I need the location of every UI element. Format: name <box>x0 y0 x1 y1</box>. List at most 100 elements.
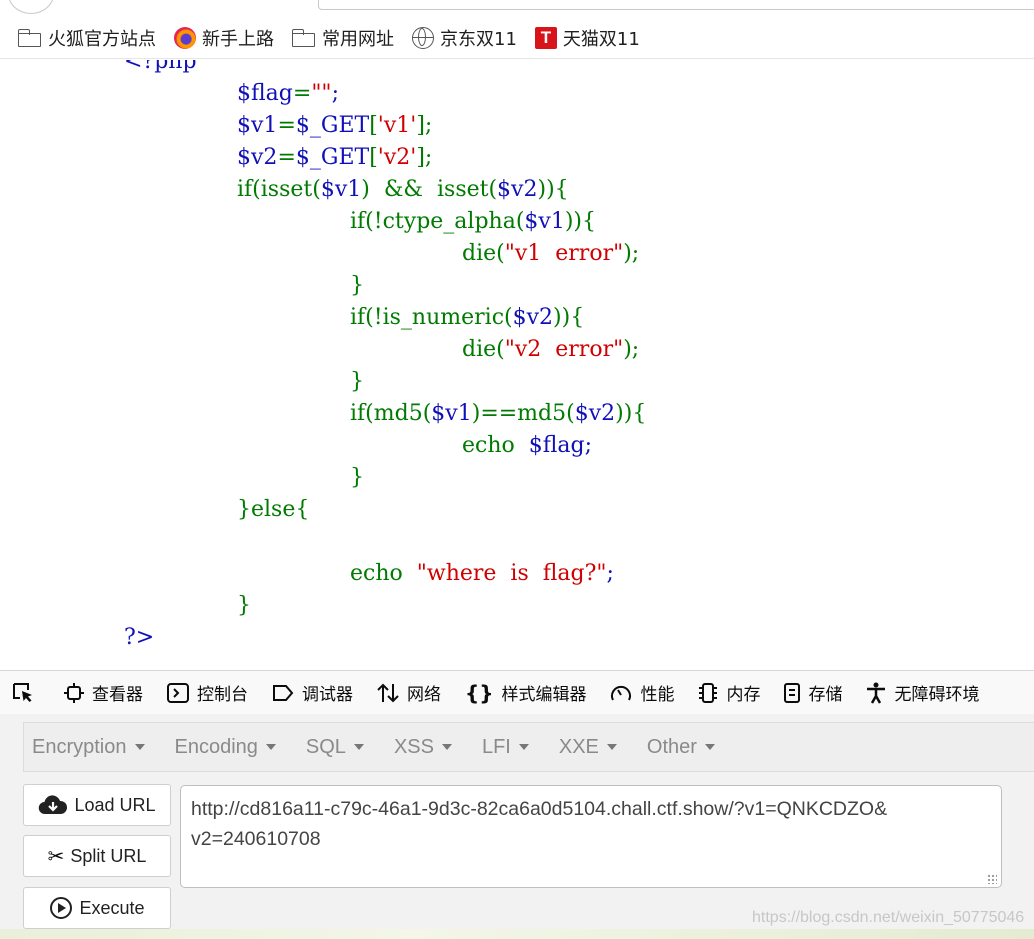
tab-accessibility[interactable]: 无障碍环境 <box>854 671 991 714</box>
inspector-icon <box>64 682 84 703</box>
code-token: $v2 <box>512 305 554 330</box>
tab-label: 无障碍环境 <box>894 685 980 705</box>
menu-other[interactable]: Other <box>647 736 715 759</box>
code-token: die( <box>462 241 505 266</box>
scissors-icon: ✂ <box>47 844 65 868</box>
watermark: https://blog.csdn.net/weixin_50775046 <box>752 909 1025 926</box>
braces-icon: {} <box>465 680 494 705</box>
code-line: } <box>350 273 364 298</box>
code-token: if(!ctype_alpha( <box>350 209 525 234</box>
tab-console[interactable]: 控制台 <box>155 671 260 714</box>
code-token: $flag <box>528 433 585 458</box>
menu-xss[interactable]: XSS <box>394 736 452 759</box>
code-token: "" <box>311 81 332 106</box>
bookmark-common-sites[interactable]: 常用网址 <box>292 22 394 54</box>
button-label: Execute <box>79 897 145 918</box>
menu-label: XXE <box>558 735 599 758</box>
caret-down-icon <box>704 744 715 751</box>
bookmark-getting-started[interactable]: 新手上路 <box>174 22 274 54</box>
code-token: ; <box>584 433 593 458</box>
tab-memory[interactable]: 内存 <box>686 671 772 714</box>
devtools-toolbar: 查看器 控制台 调试器 网络 {} 样式编辑器 性能 内存 存储 无障碍环境 <box>0 670 1034 715</box>
bookmark-tmall[interactable]: T 天猫双11 <box>534 22 640 54</box>
tab-label: 存储 <box>808 685 843 705</box>
code-line: $v1=$_GET['v1']; <box>237 110 432 142</box>
tab-label: 调试器 <box>302 685 353 705</box>
split-url-button[interactable]: ✂ Split URL <box>23 835 171 877</box>
folder-icon <box>292 29 316 47</box>
php-source-view: <?php $flag =""; $v1=$_GET['v1']; $v2=$_G… <box>0 60 1034 670</box>
tab-debugger[interactable]: 调试器 <box>260 671 365 714</box>
menu-lfi[interactable]: LFI <box>482 736 529 759</box>
code-token: $v2 <box>574 401 616 426</box>
caret-down-icon <box>606 744 617 751</box>
code-token: echo <box>462 433 529 458</box>
tmall-icon: T <box>534 27 557 49</box>
code-token: ; <box>331 81 339 106</box>
load-url-button[interactable]: Load URL <box>23 784 171 826</box>
code-token: echo <box>350 561 417 586</box>
code-line: die("v2 error"); <box>462 334 639 366</box>
code-token: )){ <box>553 305 585 330</box>
bookmark-firefox-official[interactable]: 火狐官方站点 <box>18 22 156 54</box>
code-line: } <box>350 465 364 490</box>
code-token: = <box>292 81 312 106</box>
storage-icon <box>784 682 801 703</box>
code-token: )==md5( <box>471 401 575 426</box>
bookmarks-toolbar: 火狐官方站点 新手上路 常用网址 京东双11 T 天猫双11 <box>0 18 1034 59</box>
code-token: $v1 <box>524 209 565 234</box>
menu-label: Encoding <box>174 735 258 758</box>
code-line: if(isset($v1) && isset($v2)){ <box>237 174 569 206</box>
code-token: ; <box>606 561 614 586</box>
url-textarea[interactable]: http://cd816a11-c79c-46a1-9d3c-82ca6a0d5… <box>180 785 1002 888</box>
menu-encoding[interactable]: Encoding <box>175 736 276 759</box>
accessibility-icon <box>867 682 886 704</box>
tab-performance[interactable]: 性能 <box>598 671 686 714</box>
code-token: )){ <box>537 177 569 202</box>
network-arrows-icon <box>377 683 399 702</box>
menu-label: SQL <box>305 735 346 758</box>
resize-grip-icon[interactable] <box>987 874 997 884</box>
code-line: if(!is_numeric($v2)){ <box>350 302 584 334</box>
php-open-tag: <?php <box>124 60 197 74</box>
code-token: "v2 error" <box>504 337 624 362</box>
code-token: "v1 error" <box>504 241 624 266</box>
code-token: )){ <box>564 209 597 234</box>
code-token: die( <box>462 337 505 362</box>
tab-inspector[interactable]: 查看器 <box>52 671 155 714</box>
element-picker-button[interactable] <box>0 671 52 714</box>
code-line: } <box>237 593 251 618</box>
tab-storage[interactable]: 存储 <box>772 671 854 714</box>
code-token: $_GET <box>295 145 370 170</box>
tab-style-editor[interactable]: {} 样式编辑器 <box>453 671 598 714</box>
menu-xxe[interactable]: XXE <box>559 736 617 759</box>
code-token: [ <box>369 145 378 170</box>
tab-label: 样式编辑器 <box>501 685 587 705</box>
bookmark-label: 新手上路 <box>202 29 274 50</box>
code-token: ); <box>623 241 640 266</box>
tab-label: 查看器 <box>92 685 143 705</box>
code-token: if(md5( <box>350 401 432 426</box>
menu-encryption[interactable]: Encryption <box>32 736 145 759</box>
code-token: 'v1' <box>377 113 417 138</box>
tab-label: 内存 <box>726 685 761 705</box>
tab-label: 网络 <box>407 685 441 705</box>
code-token: "where is flag?" <box>416 561 607 586</box>
bookmark-label: 常用网址 <box>322 29 394 50</box>
bookmark-jd[interactable]: 京东双11 <box>412 22 517 54</box>
hackbar-menu: Encryption Encoding SQL XSS LFI XXE Othe… <box>23 722 1034 772</box>
button-label: Split URL <box>70 845 147 866</box>
caret-down-icon <box>441 744 452 751</box>
code-token: $v2 <box>237 145 278 170</box>
code-line: $v2=$_GET['v2']; <box>237 142 432 174</box>
back-button[interactable] <box>8 0 54 14</box>
code-token: if(!is_numeric( <box>350 305 513 330</box>
menu-sql[interactable]: SQL <box>306 736 364 759</box>
code-line: if(md5($v1)==md5($v2)){ <box>350 398 646 430</box>
execute-button[interactable]: Execute <box>23 887 171 929</box>
address-bar[interactable] <box>318 0 1034 10</box>
tab-label: 控制台 <box>197 685 248 705</box>
tab-network[interactable]: 网络 <box>365 671 453 714</box>
code-token: [ <box>369 113 378 138</box>
code-token: )){ <box>615 401 647 426</box>
